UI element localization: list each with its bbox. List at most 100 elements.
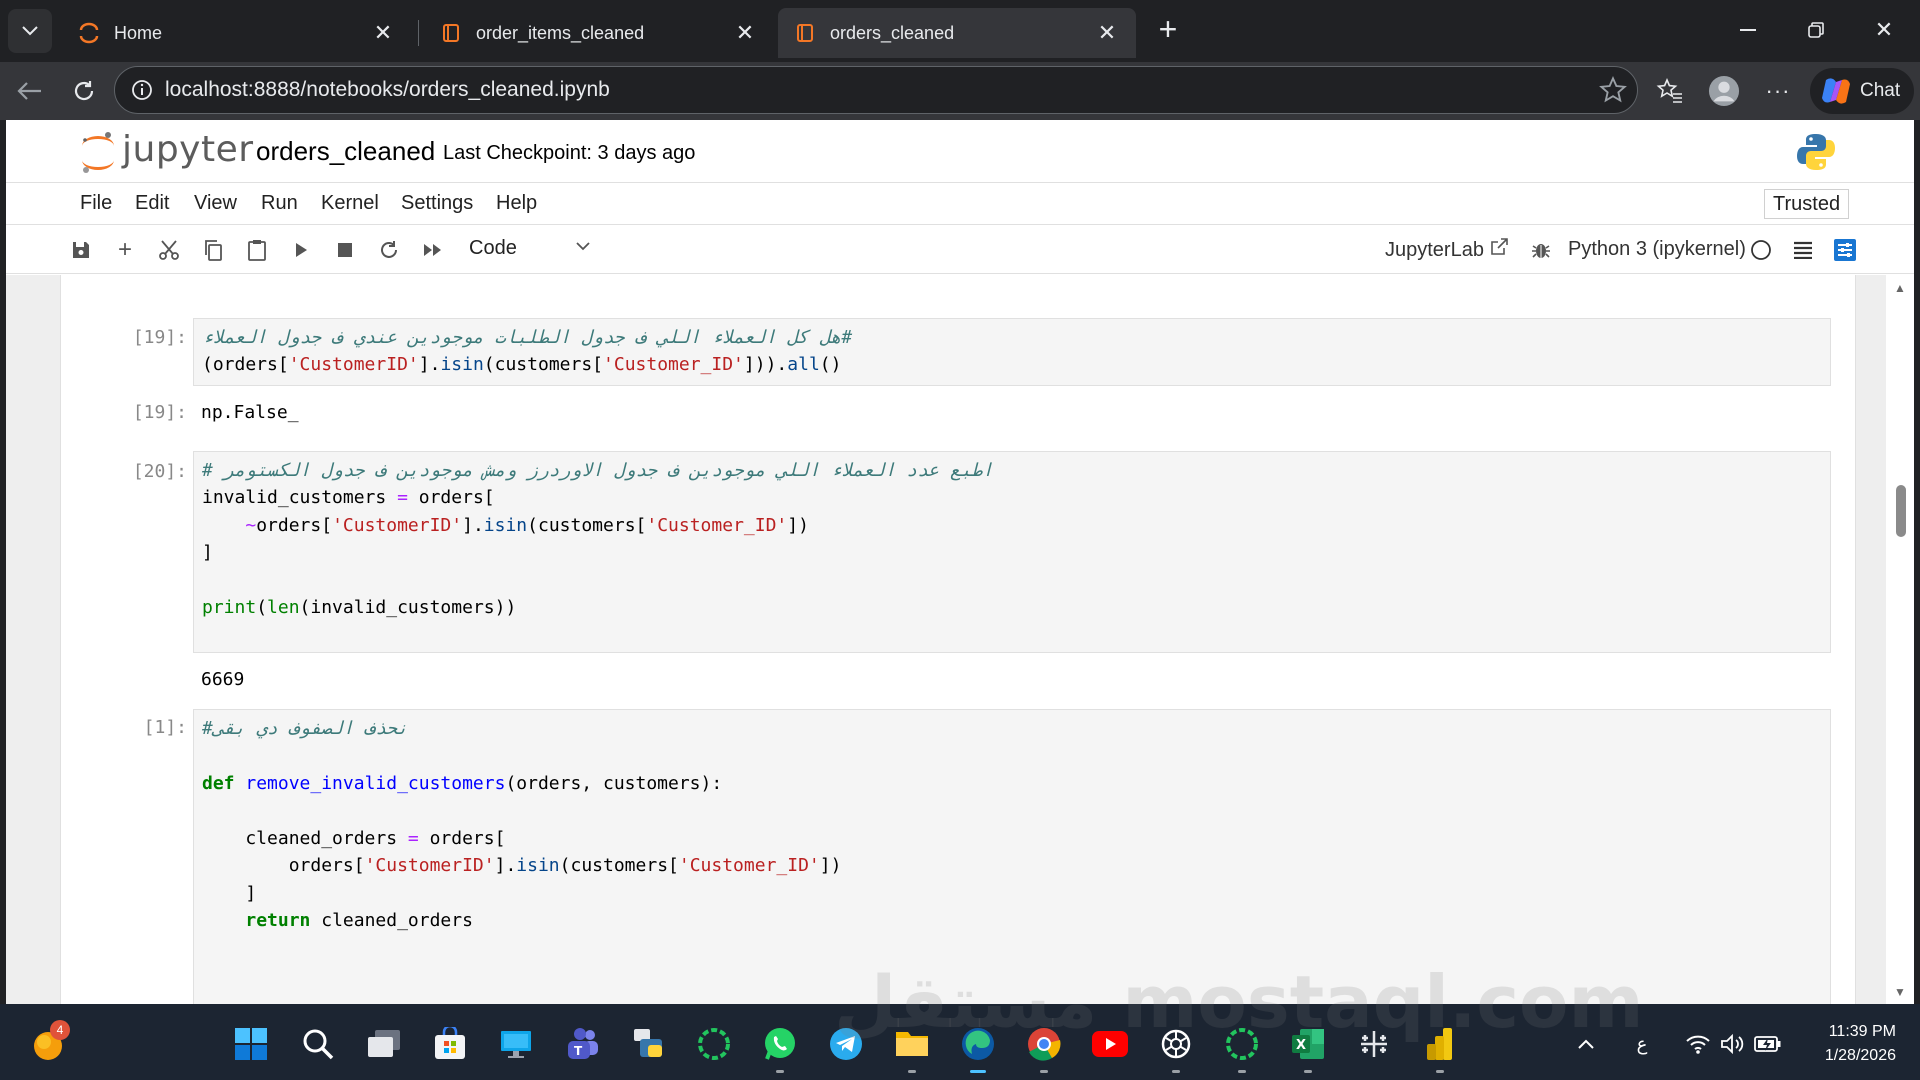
cell-input[interactable]: # اطبع عدد العملاء اللي موجودين ف جدول ا…: [193, 451, 1831, 653]
address-bar[interactable]: localhost:8888/notebooks/orders_cleaned.…: [114, 66, 1638, 114]
search-button[interactable]: [298, 1024, 338, 1064]
volume-status[interactable]: [1712, 1024, 1752, 1064]
copilot-chat-button[interactable]: Chat: [1810, 68, 1914, 114]
favorites-icon: [1656, 77, 1682, 103]
close-icon[interactable]: ✕: [732, 20, 758, 46]
back-button[interactable]: [10, 71, 50, 111]
tab-orders-cleaned[interactable]: orders_cleaned ✕: [778, 8, 1136, 58]
trusted-indicator[interactable]: Trusted: [1764, 189, 1850, 219]
open-jupyterlab-link[interactable]: JupyterLab: [1385, 238, 1508, 262]
code-line: ]: [202, 542, 213, 563]
youtube-button[interactable]: [1090, 1024, 1130, 1064]
cell-output: 6669: [201, 669, 245, 690]
monitor-icon: [501, 1031, 531, 1058]
whatsapp-button[interactable]: [760, 1024, 800, 1064]
minimize-button[interactable]: [1718, 8, 1778, 52]
tab-home[interactable]: Home ✕: [62, 8, 412, 58]
menu-file[interactable]: File: [80, 192, 112, 215]
youtube-icon: [1092, 1031, 1128, 1057]
app-green-ring-2-button[interactable]: [1222, 1024, 1262, 1064]
more-horizontal-icon: ···: [1765, 78, 1791, 103]
teams-icon: T: [568, 1028, 598, 1059]
kernel-name[interactable]: Python 3 (ipykernel): [1568, 238, 1746, 261]
code-line: return cleaned_orders: [245, 910, 473, 931]
tab-actions-menu-button[interactable]: [8, 9, 52, 53]
running-indicator: [1238, 1070, 1246, 1073]
edge-browser-button[interactable]: [958, 1024, 998, 1064]
menu-run[interactable]: Run: [261, 192, 298, 215]
debugger-button[interactable]: [1528, 237, 1554, 263]
input-prompt: [19]:: [132, 327, 187, 348]
restore-icon: [1808, 22, 1824, 38]
running-indicator: [908, 1070, 916, 1073]
scrollbar-thumb[interactable]: [1896, 485, 1906, 537]
telegram-button[interactable]: [826, 1024, 866, 1064]
microsoft-store-button[interactable]: [430, 1024, 470, 1064]
input-language-indicator[interactable]: ع: [1622, 1024, 1662, 1064]
restart-run-all-button[interactable]: [420, 237, 446, 263]
interrupt-kernel-button[interactable]: [332, 237, 358, 263]
star-icon[interactable]: [1599, 76, 1627, 104]
paste-button[interactable]: [244, 237, 270, 263]
code-line: def remove_invalid_customers(orders, cus…: [202, 773, 723, 794]
restore-button[interactable]: [1786, 8, 1846, 52]
jupyter-logo-icon[interactable]: [78, 130, 118, 174]
profile-button[interactable]: [1708, 75, 1740, 107]
teams-button[interactable]: T: [562, 1024, 602, 1064]
code-line: cleaned_orders = orders[: [202, 828, 506, 849]
url-text[interactable]: localhost:8888/notebooks/orders_cleaned.…: [165, 78, 610, 102]
chatgpt-button[interactable]: [1156, 1024, 1196, 1064]
cell-input[interactable]: #هل كل العملاء اللي ف جدول الطلبات موجود…: [193, 318, 1831, 386]
menu-view[interactable]: View: [194, 192, 237, 215]
restart-kernel-button[interactable]: [376, 237, 402, 263]
app-python-tools-button[interactable]: [628, 1024, 668, 1064]
cell-type-select[interactable]: Code: [469, 237, 517, 260]
reload-button[interactable]: [64, 71, 104, 111]
scroll-up-icon[interactable]: ▲: [1894, 281, 1906, 295]
copy-button[interactable]: [200, 237, 226, 263]
task-view-button[interactable]: [364, 1024, 404, 1064]
scroll-down-icon[interactable]: ▼: [1894, 985, 1906, 999]
file-explorer-button[interactable]: [892, 1024, 932, 1064]
show-hidden-icons-button[interactable]: [1566, 1024, 1606, 1064]
notebook-title[interactable]: orders_cleaned: [256, 136, 435, 167]
menu-help[interactable]: Help: [496, 192, 537, 215]
menu-settings[interactable]: Settings: [401, 192, 473, 215]
taskbar-clock[interactable]: 11:39 PM 1/28/2026: [1800, 1020, 1896, 1068]
output-prompt: [19]:: [132, 402, 187, 423]
clock-date: 1/28/2026: [1824, 1047, 1896, 1064]
table-of-contents-button[interactable]: [1790, 237, 1816, 263]
app-green-ring-button[interactable]: [694, 1024, 734, 1064]
notebook-scrollbar[interactable]: ▲ ▼: [1886, 275, 1914, 1004]
jupyter-favicon-icon: [79, 22, 99, 44]
chrome-button[interactable]: [1024, 1024, 1064, 1064]
cut-button[interactable]: [156, 237, 182, 263]
python-logo-icon: [1797, 134, 1835, 170]
save-button[interactable]: [68, 237, 94, 263]
chevron-down-icon[interactable]: [576, 241, 590, 251]
insert-cell-button[interactable]: +: [112, 236, 138, 263]
menu-kernel[interactable]: Kernel: [321, 192, 379, 215]
tab-order-items-cleaned[interactable]: order_items_cleaned ✕: [424, 8, 774, 58]
remote-desktop-button[interactable]: [496, 1024, 536, 1064]
close-window-button[interactable]: ✕: [1854, 8, 1914, 52]
new-tab-button[interactable]: +: [1150, 12, 1186, 48]
close-icon[interactable]: ✕: [370, 20, 396, 46]
favorites-button[interactable]: [1654, 75, 1686, 107]
svg-text:X: X: [1296, 1038, 1306, 1053]
run-cell-button[interactable]: [288, 237, 314, 263]
tableau-button[interactable]: [1354, 1024, 1394, 1064]
excel-button[interactable]: X: [1288, 1024, 1328, 1064]
property-inspector-button[interactable]: [1832, 237, 1858, 263]
close-icon[interactable]: ✕: [1094, 20, 1120, 46]
settings-more-button[interactable]: ···: [1762, 75, 1794, 107]
running-indicator: [776, 1070, 784, 1073]
kernel-status-indicator: [1748, 237, 1774, 263]
cell-input[interactable]: #نحذف الصفوف دي بقى def remove_invalid_c…: [193, 709, 1831, 1004]
code-line: ]: [202, 883, 257, 904]
running-indicator: [1040, 1070, 1048, 1073]
battery-status[interactable]: [1748, 1024, 1788, 1064]
menu-edit[interactable]: Edit: [135, 192, 169, 215]
start-button[interactable]: [231, 1024, 271, 1064]
power-bi-button[interactable]: [1420, 1024, 1460, 1064]
